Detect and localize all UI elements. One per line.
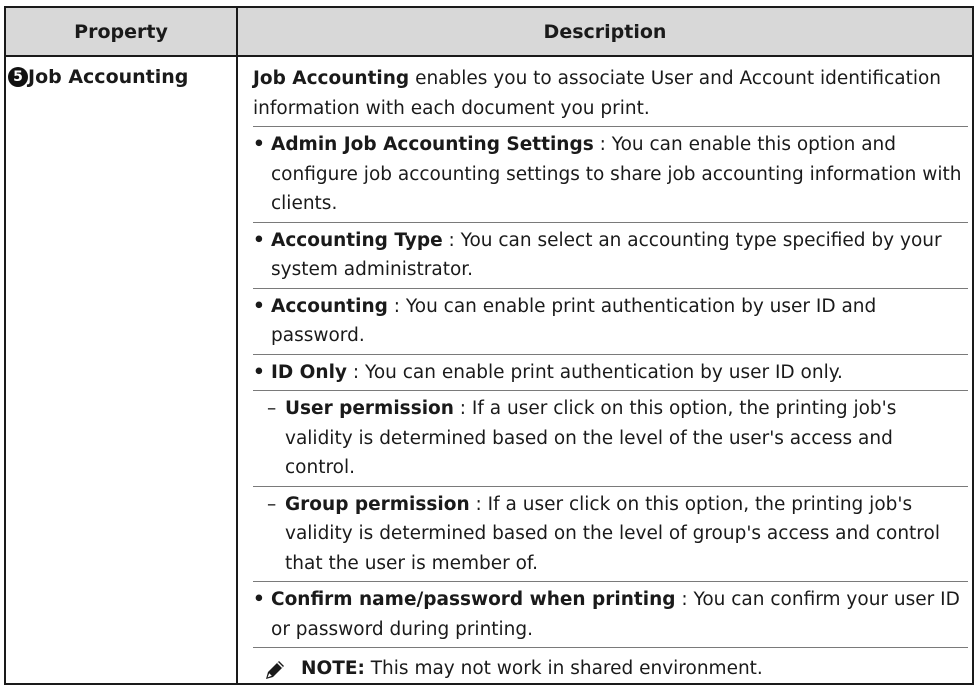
subitem-term: Group permission	[285, 493, 470, 515]
item-term: ID Only	[271, 361, 347, 383]
number-badge: 5	[8, 67, 28, 87]
separator	[253, 126, 968, 127]
separator	[253, 390, 968, 391]
separator	[253, 485, 968, 487]
note: NOTE: This may not work in shared enviro…	[253, 654, 968, 684]
list-item: • Accounting Type : You can select an acc…	[253, 229, 942, 281]
intro-term: Job Accounting	[253, 68, 410, 89]
list-item: • ID Only : You can enable print authenti…	[253, 361, 843, 383]
note-label: NOTE:	[301, 658, 365, 679]
item-term: Accounting	[271, 295, 388, 317]
separator	[253, 221, 968, 223]
pencil-icon	[266, 661, 284, 679]
property-table: Property Description 5 Job Accounting Job…	[4, 6, 974, 685]
item-term: Accounting Type	[271, 229, 443, 251]
list-item: • Admin Job Accounting Settings : You can…	[253, 134, 962, 214]
item-text: : You can enable print authentication by…	[346, 361, 843, 383]
property-cell: 5 Job Accounting	[8, 66, 188, 88]
description-cell: Job Accounting enables you to associate …	[253, 64, 968, 684]
column-divider	[236, 57, 238, 683]
item-term: Confirm name/password when printing	[271, 589, 676, 610]
item-term: Admin Job Accounting Settings	[271, 134, 594, 155]
property-name: Job Accounting	[28, 66, 189, 88]
note-text: This may not work in shared environment.	[364, 658, 763, 679]
table-header: Property Description	[6, 8, 972, 57]
subitem-term: User permission	[285, 398, 454, 419]
header-description: Description	[543, 20, 667, 43]
separator	[253, 647, 968, 648]
list-item: • Accounting : You can enable print authe…	[253, 295, 877, 347]
sub-list-item: – User permission : If a user click on th…	[267, 398, 897, 478]
separator	[253, 581, 968, 582]
sub-list-item: – Group permission : If a user click on t…	[267, 493, 940, 574]
separator	[253, 353, 968, 355]
intro-paragraph: Job Accounting enables you to associate …	[253, 64, 968, 123]
list-item: • Confirm name/password when printing : Y…	[253, 589, 960, 640]
separator	[253, 287, 968, 289]
header-property: Property	[6, 8, 238, 55]
